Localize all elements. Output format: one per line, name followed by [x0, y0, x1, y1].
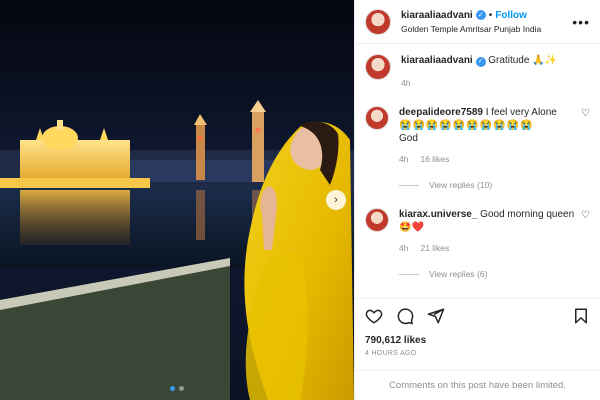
view-replies-label: View replies (10)	[429, 180, 493, 190]
caption-text: Gratitude 🙏✨	[488, 55, 558, 66]
commenter-avatar[interactable]	[365, 208, 389, 232]
heart-icon[interactable]	[365, 307, 383, 325]
comment-like-heart-icon[interactable]: ♡	[581, 210, 590, 221]
view-replies-button[interactable]: View replies (10)	[365, 180, 590, 190]
comment-text-continued: God	[399, 133, 418, 144]
verified-badge-icon: ✓	[475, 57, 486, 67]
comment-time: 4h	[399, 154, 409, 164]
post-sidebar: kiaraaliaadvani ✓ • Follow Golden Temple…	[354, 0, 600, 400]
carousel-dot	[179, 386, 184, 391]
author-avatar[interactable]	[365, 8, 391, 35]
comment-text: I feel very Alone	[485, 107, 557, 118]
caption-time: 4h	[401, 78, 411, 88]
comment-likes[interactable]: 16 likes	[420, 153, 449, 166]
comment-icon[interactable]	[396, 307, 414, 325]
comment-emojis: 😭😭😭😭😭😭😭😭😭😭	[399, 120, 534, 131]
post-caption: kiaraaliaadvani ✓ Gratitude 🙏✨ 4h	[365, 54, 590, 88]
comment-item: kiarax.universe_ Good morning queen 🤩❤️ …	[365, 208, 590, 255]
location-link[interactable]: Golden Temple Amritsar Punjab India	[401, 24, 572, 34]
author-username[interactable]: kiaraaliaadvani	[401, 10, 473, 21]
post-timestamp[interactable]: 4 HOURS AGO	[365, 350, 590, 357]
bookmark-icon[interactable]	[572, 307, 590, 325]
carousel-indicator	[0, 386, 354, 391]
more-options-icon[interactable]: •••	[572, 14, 590, 30]
caption-username[interactable]: kiaraaliaadvani	[401, 55, 473, 66]
follow-button[interactable]: Follow	[495, 10, 527, 21]
comment-likes[interactable]: 21 likes	[420, 242, 449, 255]
likes-count[interactable]: 790,612 likes	[365, 335, 590, 346]
verified-badge-icon: ✓	[475, 10, 486, 20]
comment-item: deepalideore7589 I feel very Alone 😭😭😭😭😭…	[365, 106, 590, 166]
comment-time: 4h	[399, 243, 409, 253]
post-actions: 790,612 likes 4 HOURS AGO	[355, 298, 600, 370]
carousel-next-button[interactable]: ›	[326, 190, 346, 210]
comment-like-heart-icon[interactable]: ♡	[581, 108, 590, 119]
comments-limited-notice: Comments on this post have been limited.	[355, 370, 600, 400]
carousel-dot	[170, 386, 175, 391]
view-replies-label: View replies (6)	[429, 269, 488, 279]
instagram-post: › kiaraaliaadvani ✓ • Follow Golden Temp…	[0, 0, 600, 400]
post-header: kiaraaliaadvani ✓ • Follow Golden Temple…	[355, 0, 600, 44]
share-icon[interactable]	[427, 307, 445, 325]
commenter-avatar[interactable]	[365, 106, 389, 130]
comments-list[interactable]: kiaraaliaadvani ✓ Gratitude 🙏✨ 4h deepal…	[355, 44, 600, 298]
commenter-username[interactable]: deepalideore7589	[399, 107, 483, 118]
view-replies-button[interactable]: View replies (6)	[365, 269, 590, 279]
golden-temple-photo	[0, 0, 354, 400]
commenter-username[interactable]: kiarax.universe_	[399, 209, 477, 220]
caption-avatar[interactable]	[365, 54, 391, 80]
post-image[interactable]: ›	[0, 0, 354, 400]
